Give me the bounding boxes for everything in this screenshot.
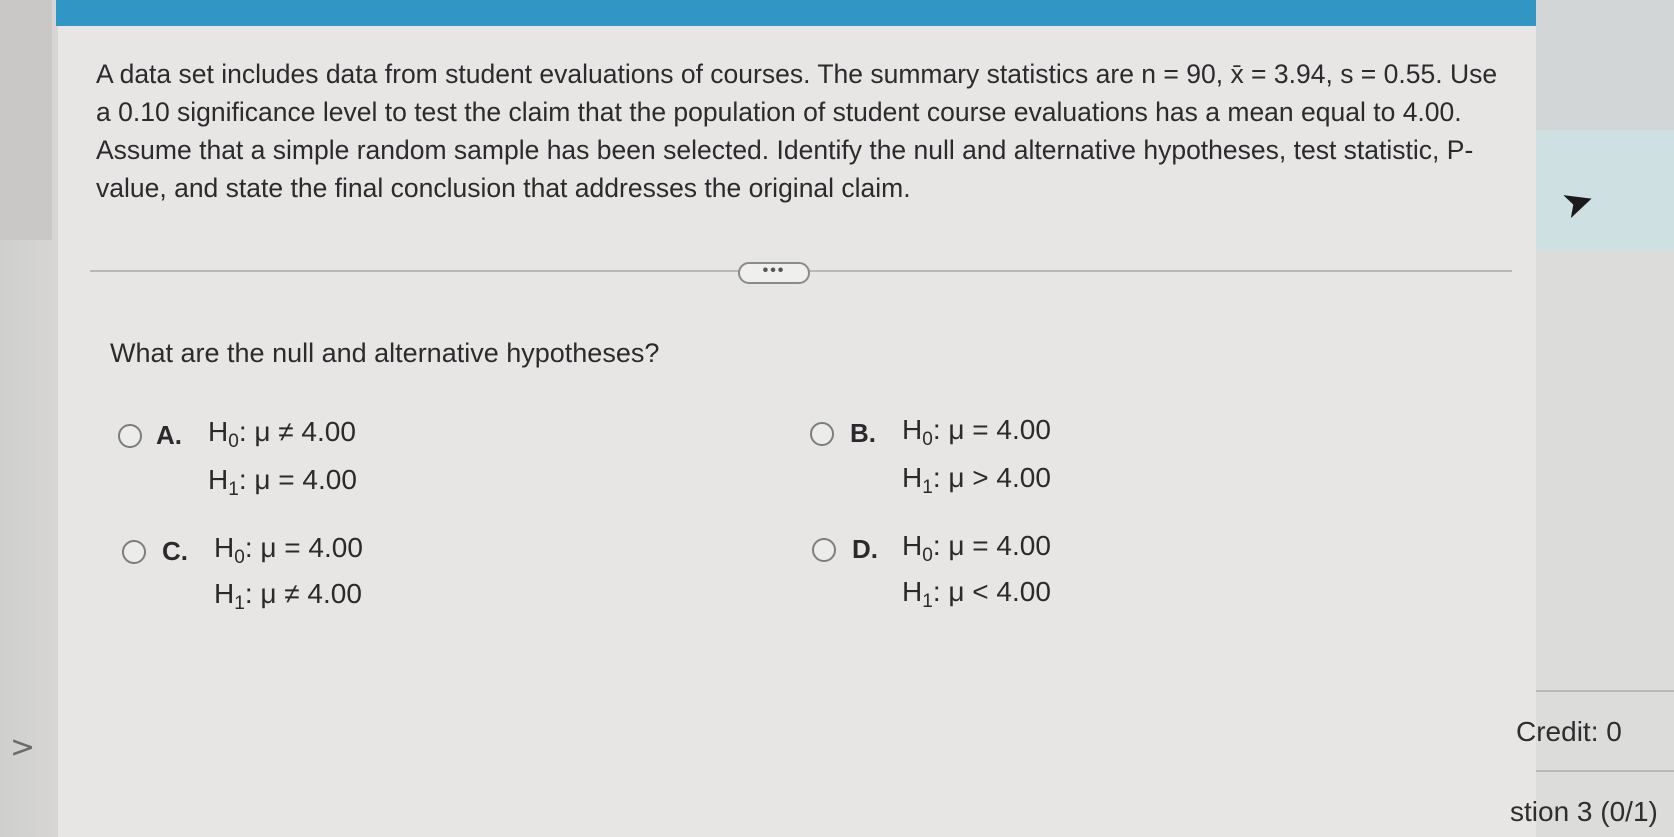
null-hypothesis: H0: μ = 4.00 [214,532,363,569]
credit-label: Credit: 0 [1516,716,1622,747]
option-letter: A. [156,420,182,450]
h1-symbol: H [214,578,235,609]
h1-relation: : μ > 4.00 [932,462,1051,493]
radio-button-c[interactable] [122,540,146,564]
right-sidebar-divider [1536,770,1674,772]
h1-symbol: H [902,576,923,607]
null-hypothesis: H0: μ ≠ 4.00 [208,416,356,453]
right-sidebar-lower [1536,250,1674,837]
h1-symbol: H [902,462,923,493]
left-sidebar-strip [0,0,58,837]
h0-subscript: 0 [922,545,933,566]
null-hypothesis: H0: μ = 4.00 [902,414,1051,451]
h0-relation: : μ = 4.00 [244,532,363,563]
h0-relation: : μ ≠ 4.00 [238,416,356,447]
radio-button-d[interactable] [812,538,836,562]
h0-subscript: 0 [922,429,933,450]
h1-subscript: 1 [234,593,245,614]
h0-subscript: 0 [234,547,245,568]
h1-symbol: H [208,464,229,495]
h1-subscript: 1 [922,477,933,498]
h0-symbol: H [902,530,923,561]
header-bar [56,0,1544,26]
h0-symbol: H [902,414,923,445]
right-sidebar-divider [1536,690,1674,692]
h0-subscript: 0 [228,431,239,452]
h0-relation: : μ = 4.00 [932,414,1051,445]
expand-more-button[interactable]: ••• [738,262,810,284]
question-prompt: What are the null and alternative hypoth… [110,338,660,368]
h1-subscript: 1 [228,479,239,500]
radio-button-b[interactable] [810,422,834,446]
h1-relation: : μ ≠ 4.00 [244,578,362,609]
question-status-label[interactable]: stion 3 (0/1) [1510,796,1658,828]
alternative-hypothesis: H1: μ = 4.00 [208,464,357,501]
option-letter: D. [852,534,878,564]
alternative-hypothesis: H1: μ > 4.00 [902,462,1051,499]
h1-subscript: 1 [922,591,933,612]
previous-chevron-icon[interactable]: > [10,730,35,765]
left-sidebar-band [0,0,52,240]
alternative-hypothesis: H1: μ ≠ 4.00 [214,578,362,615]
h0-relation: : μ = 4.00 [932,530,1051,561]
h0-symbol: H [214,532,235,563]
right-sidebar [1536,0,1674,837]
h0-symbol: H [208,416,229,447]
alternative-hypothesis: H1: μ < 4.00 [902,576,1051,613]
problem-statement: A data set includes data from student ev… [96,59,1498,203]
option-letter: C. [162,536,188,566]
option-letter: B. [850,418,876,448]
h1-relation: : μ = 4.00 [238,464,357,495]
null-hypothesis: H0: μ = 4.00 [902,530,1051,567]
radio-button-a[interactable] [118,424,142,448]
h1-relation: : μ < 4.00 [932,576,1051,607]
